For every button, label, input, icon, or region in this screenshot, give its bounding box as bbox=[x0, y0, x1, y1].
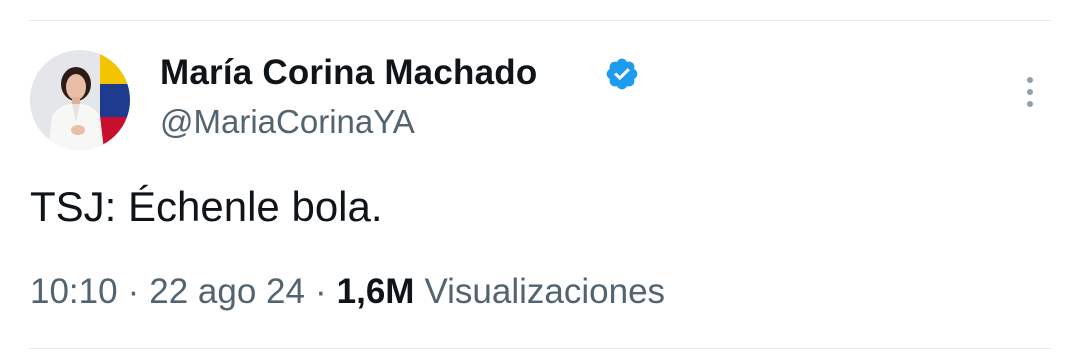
meta-separator: · bbox=[314, 272, 327, 311]
profile-photo bbox=[30, 50, 130, 150]
author-handle[interactable]: @MariaCorinaYA bbox=[160, 103, 415, 141]
more-dot-icon bbox=[1027, 101, 1033, 107]
more-dot-icon bbox=[1027, 89, 1033, 95]
top-divider bbox=[28, 20, 1052, 21]
views-count[interactable]: 1,6M bbox=[337, 272, 415, 312]
verified-badge-icon[interactable] bbox=[604, 56, 640, 92]
views-label[interactable]: Visualizaciones bbox=[424, 272, 665, 312]
bottom-divider bbox=[28, 348, 1052, 349]
tweet-time[interactable]: 10:10 bbox=[30, 272, 118, 312]
tweet-text: TSJ: Échenle bola. bbox=[30, 183, 383, 230]
more-dot-icon bbox=[1027, 77, 1033, 83]
tweet-date[interactable]: 22 ago 24 bbox=[149, 272, 305, 312]
more-options-button[interactable] bbox=[1012, 70, 1048, 114]
meta-separator: · bbox=[127, 272, 140, 311]
tweet-meta: 10:10 · 22 ago 24 · 1,6M Visualizaciones bbox=[30, 272, 665, 312]
avatar[interactable] bbox=[30, 50, 130, 150]
author-display-name[interactable]: María Corina Machado bbox=[160, 53, 537, 93]
